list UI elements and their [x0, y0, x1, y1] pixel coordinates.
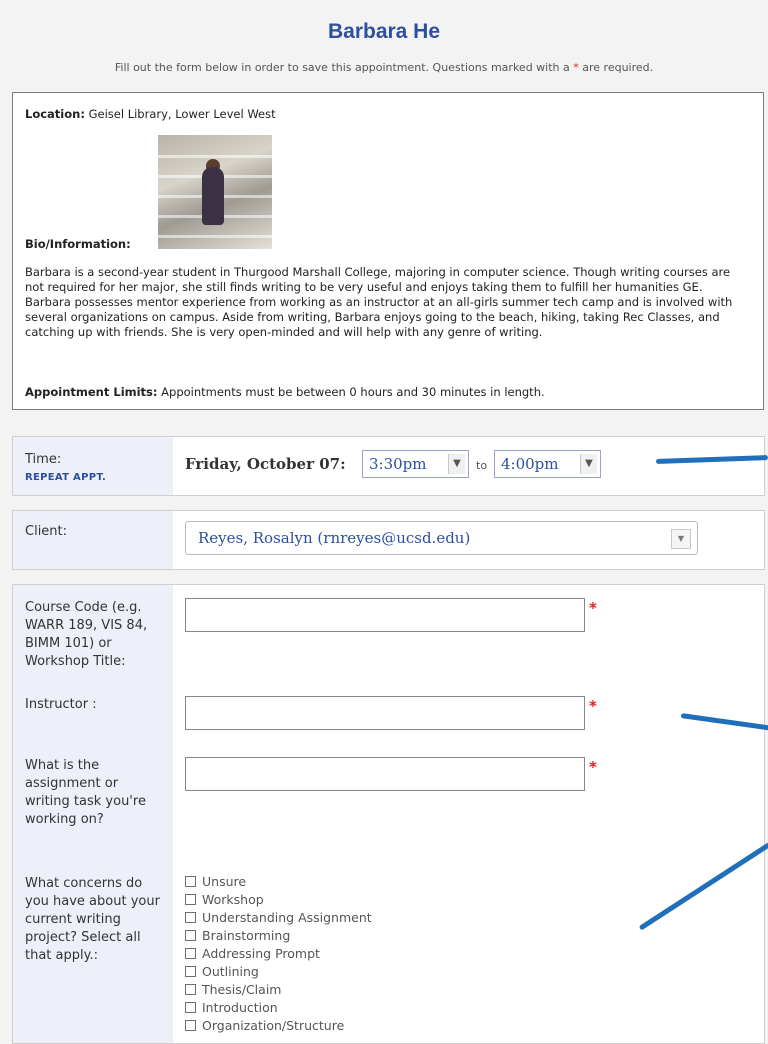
chevron-down-icon: ▼: [580, 454, 597, 474]
end-time-value: 4:00pm: [501, 455, 559, 473]
page-title: Barbara He: [327, 20, 441, 43]
bio-label: Bio/Information:: [25, 237, 131, 251]
concern-introduction[interactable]: Introduction: [185, 1000, 278, 1018]
course-code-input[interactable]: [185, 598, 585, 632]
chevron-down-icon: ▼: [448, 454, 465, 474]
location-value: Geisel Library, Lower Level West: [88, 107, 276, 121]
chevron-down-icon: ▼: [671, 529, 691, 549]
concern-addressing-prompt[interactable]: Addressing Prompt: [185, 946, 320, 964]
instructor-label: Instructor :: [25, 697, 97, 712]
start-time-value: 3:30pm: [369, 455, 427, 473]
concern-thesis-claim[interactable]: Thesis/Claim: [185, 982, 281, 1000]
checkbox[interactable]: [185, 984, 196, 995]
assignment-input[interactable]: [185, 757, 585, 791]
form-instructions: Fill out the form below in order to save…: [0, 61, 768, 74]
checkbox[interactable]: [185, 912, 196, 923]
limits-value: Appointments must be between 0 hours and…: [161, 385, 545, 399]
concern-brainstorming[interactable]: Brainstorming: [185, 928, 290, 946]
checkbox[interactable]: [185, 966, 196, 977]
time-label: Time:: [25, 452, 62, 467]
client-value: Reyes, Rosalyn (rnreyes@ucsd.edu): [198, 529, 471, 547]
consultant-photo: [158, 135, 272, 249]
required-star: *: [589, 697, 597, 715]
instructions-text-end: are required.: [582, 61, 654, 74]
client-section: Client: Reyes, Rosalyn (rnreyes@ucsd.edu…: [12, 510, 765, 570]
location: Location: Geisel Library, Lower Level We…: [25, 107, 276, 122]
checkbox[interactable]: [185, 894, 196, 905]
checkbox[interactable]: [185, 930, 196, 941]
time-label-cell: Time: REPEAT APPT.: [13, 437, 173, 495]
required-star: *: [573, 61, 579, 74]
appointment-limits: Appointment Limits: Appointments must be…: [25, 385, 545, 400]
checkbox[interactable]: [185, 876, 196, 887]
concern-outlining[interactable]: Outlining: [185, 964, 259, 982]
checkbox[interactable]: [185, 1020, 196, 1031]
client-select[interactable]: Reyes, Rosalyn (rnreyes@ucsd.edu) ▼: [185, 521, 698, 555]
time-section: Time: REPEAT APPT. Friday, October 07: 3…: [12, 436, 765, 496]
concern-understanding-assignment[interactable]: Understanding Assignment: [185, 910, 372, 928]
time-to-label: to: [476, 459, 488, 472]
start-time-select[interactable]: 3:30pm ▼: [362, 450, 469, 478]
concerns-label: What concerns do you have about your cur…: [25, 876, 160, 963]
concern-unsure[interactable]: Unsure: [185, 874, 246, 892]
concern-organization-structure[interactable]: Organization/Structure: [185, 1018, 344, 1036]
questions-section: Course Code (e.g. WARR 189, VIS 84, BIMM…: [12, 584, 765, 1044]
end-time-select[interactable]: 4:00pm ▼: [494, 450, 601, 478]
checkbox[interactable]: [185, 948, 196, 959]
consultant-info-box: Location: Geisel Library, Lower Level We…: [12, 92, 764, 410]
assignment-label: What is the assignment or writing task y…: [25, 758, 146, 827]
location-label: Location:: [25, 107, 85, 121]
checkbox[interactable]: [185, 1002, 196, 1013]
instructions-text: Fill out the form below in order to save…: [114, 61, 570, 74]
required-star: *: [589, 599, 597, 617]
course-code-label: Course Code (e.g. WARR 189, VIS 84, BIMM…: [25, 600, 148, 669]
bio-text: Barbara is a second-year student in Thur…: [25, 265, 733, 339]
repeat-appt-link[interactable]: REPEAT APPT.: [25, 472, 106, 483]
concern-workshop[interactable]: Workshop: [185, 892, 264, 910]
required-star: *: [589, 758, 597, 776]
form-header: Barbara He Fill out the form below in or…: [0, 0, 768, 90]
instructor-input[interactable]: [185, 696, 585, 730]
client-label-cell: Client:: [13, 511, 173, 569]
client-label: Client:: [25, 524, 68, 539]
limits-label: Appointment Limits:: [25, 385, 158, 399]
appointment-date: Friday, October 07:: [185, 455, 346, 473]
